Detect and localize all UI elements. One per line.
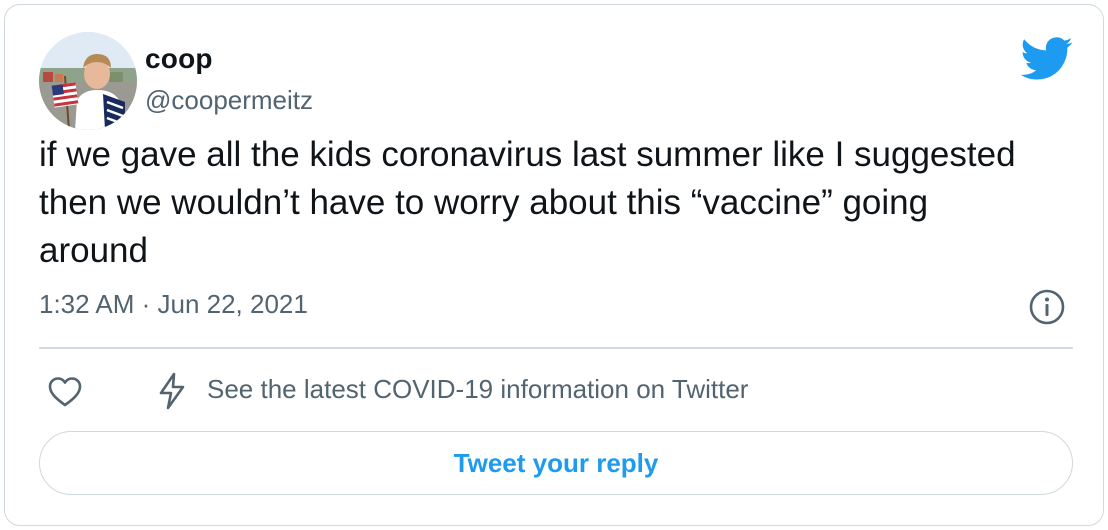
divider <box>39 347 1073 349</box>
lightning-bolt-icon <box>159 372 185 410</box>
tweet-text: if we gave all the kids coronavirus last… <box>39 135 1016 270</box>
user-handle[interactable]: @coopermeitz <box>145 85 313 116</box>
tweet-timestamp[interactable]: 1:32 AM · Jun 22, 2021 <box>39 289 308 320</box>
tweet-card: coop @coopermeitz if we gave all the kid… <box>4 4 1104 526</box>
twitter-bird-icon[interactable] <box>1020 37 1074 81</box>
covid-info-link[interactable]: See the latest COVID-19 information on T… <box>207 374 748 405</box>
heart-icon[interactable] <box>47 374 83 410</box>
avatar[interactable] <box>39 32 137 130</box>
reply-button-label: Tweet your reply <box>453 447 659 478</box>
display-name[interactable]: coop <box>145 43 213 75</box>
tweet-reply-button[interactable]: Tweet your reply <box>39 431 1073 495</box>
info-icon[interactable] <box>1028 288 1066 326</box>
avatar-photo <box>39 32 137 130</box>
